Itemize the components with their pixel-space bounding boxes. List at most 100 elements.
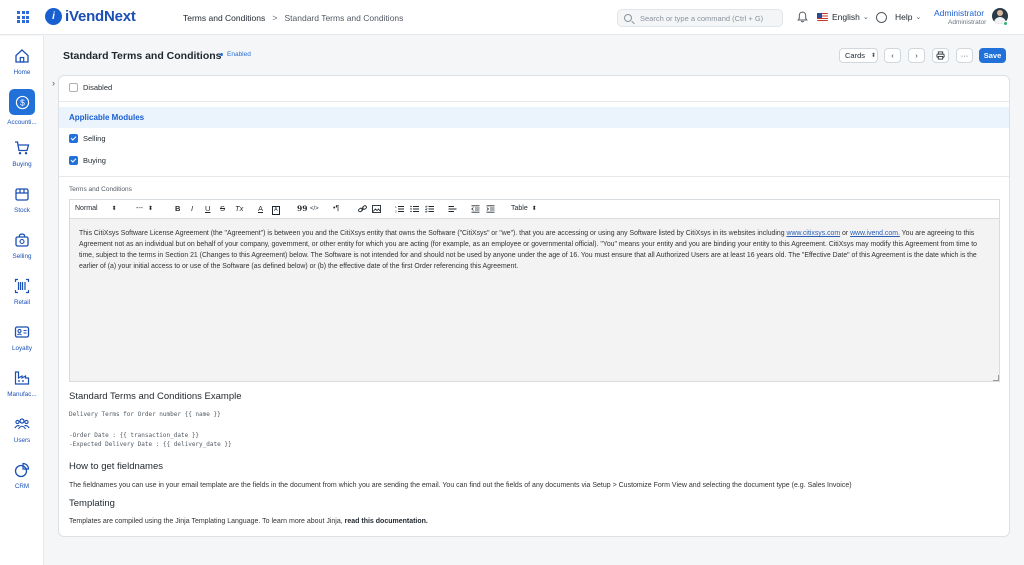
top-navbar: i iVendNext Terms and Conditions > Stand…: [0, 0, 1024, 35]
app-name: iVendNext: [65, 8, 136, 25]
sidebar: Home $ Accounti... Buying Stock Selling …: [0, 36, 44, 565]
more-actions-button[interactable]: ···: [956, 48, 973, 63]
sidebar-item-selling[interactable]: Selling: [0, 232, 44, 260]
sort-icon: ⬍: [871, 53, 877, 59]
sidebar-item-label: Home: [13, 69, 31, 76]
sidebar-item-buying[interactable]: Buying: [0, 140, 44, 168]
underline-icon[interactable]: U: [205, 204, 210, 214]
chevron-right-icon: ›: [915, 51, 918, 60]
bullet-list-icon[interactable]: [410, 205, 419, 213]
table-select-label: Table: [511, 205, 528, 212]
sidebar-item-stock[interactable]: Stock: [0, 186, 44, 214]
user-menu[interactable]: Administrator Administrator: [934, 8, 986, 26]
app-grid-icon[interactable]: [17, 11, 29, 23]
sidebar-item-crm[interactable]: CRM: [0, 462, 44, 490]
pie-chart-icon: [14, 462, 30, 478]
bold-icon[interactable]: B: [175, 204, 180, 214]
selling-checkbox[interactable]: [69, 134, 78, 143]
italic-icon[interactable]: I: [191, 204, 193, 214]
blockquote-icon[interactable]: 99: [297, 204, 307, 214]
more-icon: ···: [960, 51, 969, 60]
search-icon: [624, 14, 632, 22]
ordered-list-icon[interactable]: 12: [395, 205, 404, 213]
example-code-line: Delivery Terms for Order number {{ name …: [69, 411, 221, 418]
disabled-checkbox-row[interactable]: Disabled: [69, 83, 112, 92]
selling-checkbox-row[interactable]: Selling: [69, 134, 106, 143]
sort-icon: ⬍: [111, 206, 117, 212]
sidebar-item-label: CRM: [14, 483, 30, 490]
svg-text:1: 1: [395, 205, 397, 209]
sidebar-item-label: Stock: [14, 207, 30, 214]
print-button[interactable]: [932, 48, 949, 63]
size-select[interactable]: --- ⬍: [136, 204, 153, 214]
resize-handle[interactable]: [993, 375, 999, 381]
sidebar-item-accounting[interactable]: $ Accounti...: [0, 89, 44, 126]
example-code-line: -Expected Delivery Date : {{ delivery_da…: [69, 441, 232, 448]
terms-editor[interactable]: This CitiXsys Software License Agreement…: [69, 218, 1000, 382]
breadcrumb-root[interactable]: Terms and Conditions: [183, 13, 265, 23]
app-logo[interactable]: i iVendNext: [45, 8, 136, 25]
templating-text: Templates are compiled using the Jinja T…: [69, 518, 345, 525]
sidebar-item-manufacturing[interactable]: Manufac...: [0, 370, 44, 398]
id-card-icon: [14, 326, 30, 338]
next-button[interactable]: ›: [908, 48, 925, 63]
sidebar-item-users[interactable]: Users: [0, 416, 44, 444]
language-selector[interactable]: English ⌄: [817, 12, 869, 22]
link-icon[interactable]: [358, 205, 367, 213]
direction-icon[interactable]: •¶: [333, 204, 339, 214]
breadcrumb-separator: >: [272, 13, 278, 23]
search-bar[interactable]: [617, 9, 783, 27]
breadcrumb-current[interactable]: Standard Terms and Conditions: [284, 13, 403, 23]
citixsys-link[interactable]: www.citixsys.com: [787, 230, 841, 237]
font-color-icon[interactable]: A: [258, 204, 263, 214]
chevron-right-icon[interactable]: ›: [52, 78, 55, 88]
box-icon: [15, 188, 29, 201]
previous-button[interactable]: ‹: [884, 48, 901, 63]
disabled-checkbox[interactable]: [69, 83, 78, 92]
table-select[interactable]: Table ⬍: [511, 204, 537, 214]
divider: [59, 176, 1009, 177]
disabled-label: Disabled: [83, 83, 113, 92]
clear-format-icon[interactable]: Tx: [235, 204, 243, 214]
format-select[interactable]: Normal ⬍: [75, 204, 117, 214]
format-select-label: Normal: [75, 205, 98, 212]
documentation-link[interactable]: read this documentation.: [345, 518, 428, 525]
applicable-modules-heading[interactable]: Applicable Modules: [59, 107, 1009, 128]
cart-icon: [15, 141, 30, 155]
buying-checkbox-row[interactable]: Buying: [69, 156, 106, 165]
editor-text: or: [840, 230, 851, 237]
bag-icon: [15, 233, 29, 247]
view-select[interactable]: Cards ⬍: [839, 48, 878, 63]
sort-icon: ⬍: [531, 206, 537, 212]
chevron-down-icon: ⌄: [862, 14, 869, 21]
sidebar-item-retail[interactable]: Retail: [0, 278, 44, 306]
save-button[interactable]: Save: [979, 48, 1006, 63]
search-input[interactable]: [640, 13, 780, 23]
code-icon[interactable]: </>: [310, 204, 319, 214]
page-title: Standard Terms and Conditions: [63, 50, 222, 62]
buying-checkbox[interactable]: [69, 156, 78, 165]
sidebar-item-home[interactable]: Home: [0, 48, 44, 76]
sidebar-item-label: Loyalty: [12, 345, 32, 352]
outdent-icon[interactable]: [471, 205, 480, 213]
sidebar-item-label: Users: [13, 437, 31, 444]
align-icon[interactable]: [448, 205, 457, 213]
buying-label: Buying: [83, 156, 106, 165]
indent-icon[interactable]: [486, 205, 495, 213]
sidebar-item-loyalty[interactable]: Loyalty: [0, 324, 44, 352]
theme-icon[interactable]: [876, 12, 887, 23]
ivend-link[interactable]: www.ivend.com.: [850, 230, 900, 237]
background-color-icon[interactable]: A: [272, 206, 280, 215]
chevron-down-icon: ⌄: [915, 14, 922, 21]
svg-text:$: $: [20, 97, 25, 107]
breadcrumb: Terms and Conditions > Standard Terms an…: [183, 13, 403, 23]
terms-field-label: Terms and Conditions: [69, 186, 132, 193]
sidebar-item-label: Selling: [12, 253, 32, 260]
image-icon[interactable]: [372, 205, 381, 213]
dollar-icon: $: [9, 89, 35, 115]
checklist-icon[interactable]: [425, 205, 434, 213]
strikethrough-icon[interactable]: S: [220, 204, 225, 214]
fieldnames-heading: How to get fieldnames: [69, 461, 163, 472]
bell-icon[interactable]: [797, 11, 808, 23]
help-menu[interactable]: Help ⌄: [895, 12, 921, 22]
